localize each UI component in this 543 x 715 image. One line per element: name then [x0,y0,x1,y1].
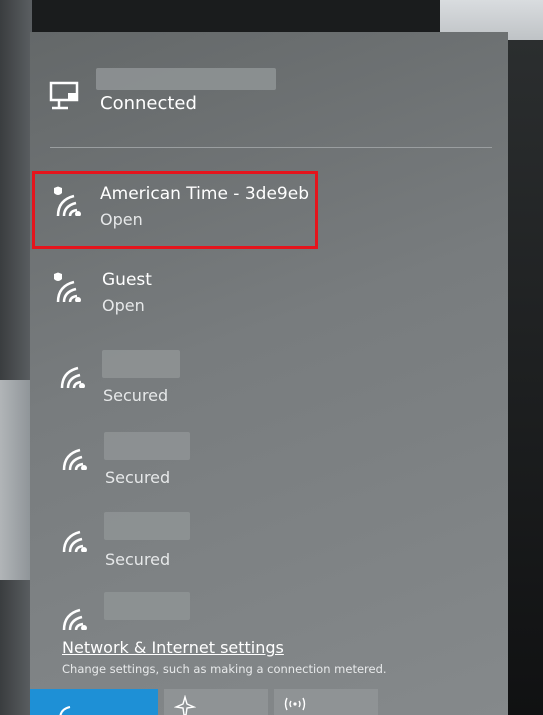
network-status: Secured [103,386,169,405]
network-item[interactable]: Guest Open [30,258,508,336]
background-right [508,40,543,715]
highlight-box [32,171,318,249]
wifi-icon [62,530,87,552]
connected-network-item[interactable]: Connected [30,32,508,147]
network-name-redacted [102,350,180,378]
airplane-mode-quick-action[interactable] [164,689,268,715]
wifi-icon [59,706,71,715]
network-item[interactable]: Secured [30,504,508,582]
hotspot-icon [284,697,306,711]
mobile-hotspot-quick-action[interactable] [274,689,378,715]
network-item[interactable]: Secured [30,424,508,502]
connection-status: Connected [100,93,197,114]
network-settings-link[interactable]: Network & Internet settings [62,638,284,657]
wifi-shield-icon [54,272,81,302]
ethernet-monitor-icon [49,81,79,110]
background-left [0,0,32,715]
divider [50,147,492,148]
network-name: Guest [102,270,152,290]
network-flyout: Connected American Time - 3de9eb Open Gu… [30,32,508,715]
network-name-redacted [96,68,276,90]
network-name-redacted [104,432,190,460]
network-status: Secured [105,468,171,487]
network-name-redacted [104,592,190,620]
airplane-icon [174,695,196,715]
wifi-icon [62,448,87,470]
wifi-icon [62,608,87,630]
network-item[interactable]: Secured [30,342,508,420]
wifi-icon [60,366,85,388]
network-status: Open [102,296,145,315]
network-status: Secured [105,550,171,569]
network-name-redacted [104,512,190,540]
network-item[interactable] [30,584,508,632]
wifi-quick-action[interactable] [30,689,158,715]
background-window-edge [0,380,32,580]
network-settings-description: Change settings, such as making a connec… [62,662,387,676]
